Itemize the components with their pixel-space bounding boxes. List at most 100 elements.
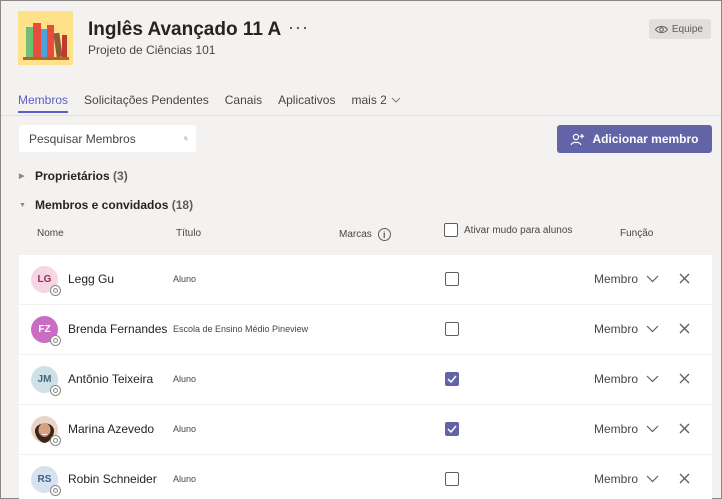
tab-more-label: mais 2 [351, 93, 387, 107]
add-person-icon [571, 133, 585, 145]
mute-checkbox[interactable] [445, 472, 459, 486]
tab-bar: Membros Solicitações Pendentes Canais Ap… [18, 93, 401, 113]
mute-checkbox[interactable] [445, 422, 459, 436]
team-badge-label: Equipe [671, 23, 703, 35]
avatar[interactable]: FZ [31, 316, 61, 346]
tab-channels[interactable]: Canais [225, 93, 262, 113]
search-icon[interactable] [184, 132, 188, 145]
member-name: Robin Schneider [68, 472, 157, 486]
team-subtitle: Projeto de Ciências 101 [88, 43, 216, 57]
role-label: Membro [594, 322, 639, 336]
presence-status-icon [50, 435, 61, 446]
mute-all-label: Ativar mudo para alunos [464, 224, 573, 236]
remove-member-button[interactable] [679, 271, 690, 289]
team-logo [18, 11, 73, 65]
owners-section-toggle[interactable]: ▶ Proprietários (3) [19, 169, 128, 183]
search-box[interactable] [19, 125, 196, 152]
checkmark-icon [447, 375, 457, 383]
chevron-down-icon [646, 425, 659, 433]
role-label: Membro [594, 472, 639, 486]
remove-member-button[interactable] [679, 321, 690, 339]
tab-apps[interactable]: Aplicativos [278, 93, 335, 113]
header-divider [1, 115, 721, 116]
chevron-down-icon [646, 375, 659, 383]
member-row[interactable]: LG Legg Gu Aluno Membro [19, 255, 712, 304]
close-icon [679, 273, 690, 284]
member-title: Aluno [173, 424, 197, 434]
close-icon [679, 473, 690, 484]
owners-label: Proprietários [35, 169, 110, 183]
close-icon [679, 323, 690, 334]
member-row[interactable]: Marina Azevedo Aluno Membro [19, 405, 712, 454]
close-icon [679, 373, 690, 384]
mute-all-checkbox[interactable] [444, 223, 458, 237]
tab-more[interactable]: mais 2 [351, 93, 401, 113]
eye-icon [654, 25, 668, 33]
mute-checkbox[interactable] [445, 322, 459, 336]
members-section-toggle[interactable]: ▼ Membros e convidados (18) [19, 198, 193, 212]
chevron-down-icon [646, 325, 659, 333]
member-title: Aluno [173, 274, 197, 284]
presence-status-icon [50, 285, 61, 296]
role-dropdown[interactable]: Membro [594, 422, 659, 436]
checkmark-icon [447, 425, 457, 433]
avatar[interactable] [31, 416, 61, 446]
role-label: Membro [594, 272, 639, 286]
member-row[interactable]: JM Antônio Teixeira Aluno Membro [19, 355, 712, 404]
avatar-initials: LG [37, 274, 52, 285]
close-icon [679, 423, 690, 434]
add-member-button[interactable]: Adicionar membro [557, 125, 712, 153]
tab-pending-requests[interactable]: Solicitações Pendentes [84, 93, 209, 113]
team-header: Inglês Avançado 11 A ··· Projeto de Ciên… [1, 1, 721, 121]
add-member-label: Adicionar membro [592, 132, 699, 146]
remove-member-button[interactable] [679, 421, 690, 439]
mute-checkbox[interactable] [445, 372, 459, 386]
tab-members[interactable]: Membros [18, 93, 69, 113]
caret-right-icon: ▶ [19, 173, 25, 180]
member-name: Antônio Teixeira [68, 372, 154, 386]
column-role: Função [620, 228, 654, 239]
team-title: Inglês Avançado 11 A [88, 19, 282, 40]
role-label: Membro [594, 372, 639, 386]
role-dropdown[interactable]: Membro [594, 472, 659, 486]
member-title: Aluno [173, 474, 197, 484]
member-title: Escola de Ensino Médio Pineview [173, 324, 309, 334]
member-title: Aluno [173, 374, 197, 384]
column-title: Título [176, 228, 202, 239]
member-name: Marina Azevedo [68, 422, 155, 436]
mute-checkbox[interactable] [445, 272, 459, 286]
member-list: LG Legg Gu Aluno Membro FZ Brenda Fernandes Es… [19, 255, 712, 499]
chevron-down-icon [646, 275, 659, 283]
member-name: Legg Gu [68, 272, 115, 286]
avatar[interactable]: LG [31, 266, 61, 296]
avatar-initials: JM [37, 374, 52, 385]
presence-status-icon [50, 385, 61, 396]
owners-count: (3) [113, 169, 128, 183]
remove-member-button[interactable] [679, 371, 690, 389]
chevron-down-icon [391, 97, 401, 103]
avatar[interactable]: RS [31, 466, 61, 496]
info-icon[interactable]: i [377, 228, 391, 241]
role-dropdown[interactable]: Membro [594, 322, 659, 336]
role-label: Membro [594, 422, 639, 436]
role-dropdown[interactable]: Membro [594, 272, 659, 286]
member-row[interactable]: FZ Brenda Fernandes Escola de Ensino Médio… [19, 305, 712, 354]
column-tags: Marcas i [339, 228, 391, 241]
role-dropdown[interactable]: Membro [594, 372, 659, 386]
column-name: Nome [37, 228, 64, 239]
avatar-initials: FZ [38, 324, 51, 335]
chevron-down-icon [646, 475, 659, 483]
remove-member-button[interactable] [679, 471, 690, 489]
search-input[interactable] [29, 131, 184, 146]
more-options-icon[interactable]: ··· [288, 17, 309, 38]
column-tags-label: Marcas [339, 229, 372, 240]
avatar[interactable]: JM [31, 366, 61, 396]
members-count: (18) [171, 198, 194, 212]
mute-all-header: Ativar mudo para alunos [444, 223, 572, 237]
members-label: Membros e convidados [35, 198, 169, 212]
presence-status-icon [50, 485, 61, 496]
member-row[interactable]: RS Robin Schneider Aluno Membro [19, 455, 712, 499]
presence-status-icon [50, 335, 61, 346]
caret-down-icon: ▼ [19, 201, 26, 209]
avatar-initials: RS [37, 474, 52, 485]
